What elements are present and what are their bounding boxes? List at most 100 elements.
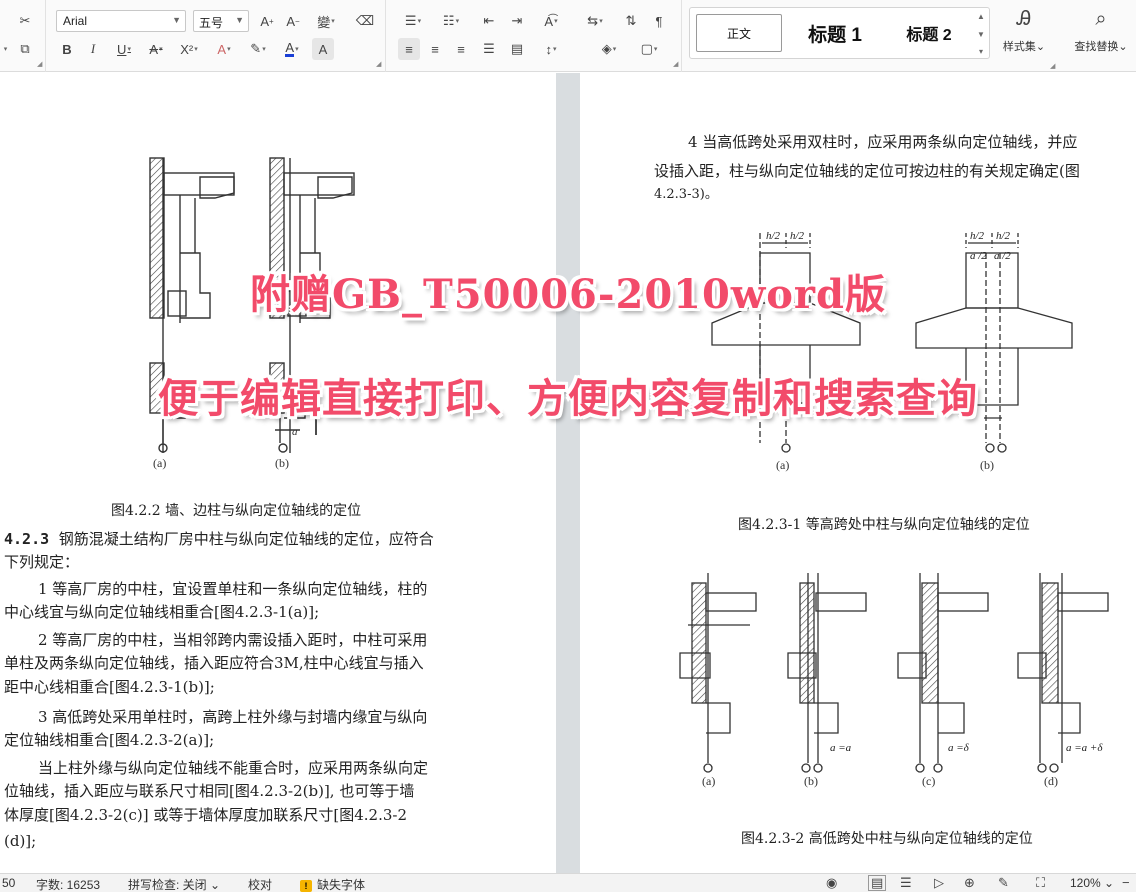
fig-4-2-2-b-label: (b) [275,456,289,470]
document-area[interactable]: (a) (b) a 图4.2.2 墙、边柱与纵向定位轴线的定位 4.2.3 钢筋… [0,73,1136,873]
style-set-button[interactable]: Ꭿ 样式集⌄ [996,8,1052,62]
body-line: 钢筋混凝土结构厂房中柱与纵向定位轴线的定位，应符合 [58,530,434,548]
fig2-eq-b: a =a [830,742,852,754]
shading-icon[interactable]: ◈ ▾ [594,38,624,60]
fig2-c-label: (c) [922,774,935,788]
clipboard-launcher-icon[interactable]: ◢ [37,60,42,68]
bold-button[interactable]: B [56,38,78,60]
font-name-select[interactable]: Arial ▼ [56,10,186,32]
style-normal-label: 正文 [726,26,751,41]
figure-4-2-3-1: h/2 h/2 h/2 h/2 a /2 a /2 (a) (b) [711,230,1073,472]
text-direction-icon[interactable]: ⇆ ▾ [580,10,610,32]
fig1-dim-h2-c: h/2 [970,230,985,242]
paragraph-group: ☰ ▾ ☷ ▾ ⇤ ⇥ A͡ ▾ ⇆ ▾ ⇅ ¶ ≡ ≡ ≡ ☰ ▤ ↕ ▾ ◈ ▾ ▢ ▾ … [386,0,682,72]
more-styles-icon[interactable]: ▾ [979,47,983,56]
para-4-line: 设插入距，柱与纵向定位轴线的定位可按边柱的有关规定确定(图 [654,162,1080,180]
align-left-icon[interactable]: ≡ [398,38,420,60]
body-line: 位轴线，插入距应与联系尺寸相同[图4.2.3-2(b)], 也可等于墙 [4,782,415,800]
style-heading-1[interactable]: 标题 1 [790,14,880,52]
clause-4-2-3-text: 4.2.3 钢筋混凝土结构厂房中柱与纵向定位轴线的定位，应符合 [4,527,434,551]
chevron-down-icon[interactable]: ▼ [977,30,985,39]
chinese-layout-icon[interactable]: A͡ ▾ [536,10,566,32]
chevron-down-icon: ▼ [172,15,181,25]
page-right[interactable]: 4 当高低跨处采用双柱时，应采用两条纵向定位轴线，并应 设插入距，柱与纵向定位轴… [580,73,1136,873]
clear-format-icon[interactable]: ⌫ [354,10,376,32]
read-mode-icon[interactable]: ◉ [826,875,837,891]
fig2-eq-c: a =δ [948,742,970,754]
fig1-a-label: (a) [776,458,789,472]
bullets-icon[interactable]: ☰ ▾ [398,10,428,32]
style-h1-label: 标题 1 [808,24,862,46]
warning-icon: ! [300,880,312,892]
style-normal[interactable]: 正文 [696,14,782,52]
paragraph-launcher-icon[interactable]: ◢ [673,60,678,68]
word-count[interactable]: 字数: 16253 [36,876,100,892]
format-painter-dropdown[interactable]: ▾ [0,38,16,60]
spell-check-status[interactable]: 拼写检查: 关闭 ⌄ [128,876,220,892]
font-size-select[interactable]: 五号 ▼ [193,10,249,32]
distributed-icon[interactable]: ▤ [506,38,528,60]
chevron-up-icon[interactable]: ▲ [977,12,985,21]
styles-gallery: 正文 标题 1 标题 2 ▲ ▼ ▾ [689,7,990,59]
fig1-dim-ai-b: a /2 [994,250,1011,262]
font-color-icon[interactable]: A ▾ [278,38,306,60]
pen-icon[interactable]: ✎ [998,875,1009,891]
phonetic-guide-icon[interactable]: 變 ▾ [312,10,340,32]
increase-indent-icon[interactable]: ⇥ [506,10,528,32]
fig2-b-label: (b) [804,774,818,788]
body-line: 1 等高厂房的中柱，宜设置单柱和一条纵向定位轴线，柱的 [38,580,428,598]
char-shading-icon[interactable]: A [312,38,334,60]
outline-view-icon[interactable]: ☰ [900,875,912,891]
body-line: 中心线宜与纵向定位轴线相重合[图4.2.3-1(a)]; [4,603,320,621]
grow-font-icon[interactable]: A + [256,10,278,32]
decrease-indent-icon[interactable]: ⇤ [478,10,500,32]
fig1-dim-ai-a: a /2 [970,250,987,262]
font-group: Arial ▼ 五号 ▼ A + A − 變 ▾ ⌫ B I U ▾ A ▾ X² ▾ A ▾… [46,0,386,72]
missing-font-button[interactable]: ! 缺失字体 [300,876,365,892]
proofread-button[interactable]: 校对 [248,876,272,892]
borders-icon[interactable]: ▢ ▾ [634,38,664,60]
fig2-eq-d: a =a +δ [1066,742,1103,754]
web-view-icon[interactable]: ⊕ [964,875,975,891]
font-name-value: Arial [63,14,88,28]
find-replace-button[interactable]: ⌕ 查找替换⌄ [1070,8,1132,62]
italic-button[interactable]: I [82,38,104,60]
play-icon[interactable]: ▷ [934,875,944,891]
align-right-icon[interactable]: ≡ [450,38,472,60]
line-spacing-icon[interactable]: ↕ ▾ [536,38,566,60]
page-gap [556,73,580,873]
numbering-icon[interactable]: ☷ ▾ [436,10,466,32]
font-launcher-icon[interactable]: ◢ [376,60,381,68]
style-heading-2[interactable]: 标题 2 [886,14,972,52]
fig1-dim-h2-b: h/2 [790,230,805,242]
strikethrough-button[interactable]: A ▾ [142,38,170,60]
cut-icon[interactable]: ✂ [14,10,36,32]
zoom-level[interactable]: 120% ⌄ [1070,876,1114,890]
ribbon-toolbar: ✂ ⧉ ▾ ◢ Arial ▼ 五号 ▼ A + A − 變 ▾ ⌫ B I U ▾ A… [0,0,1136,72]
justify-icon[interactable]: ☰ [478,38,500,60]
copy-icon[interactable]: ⧉ [14,38,36,60]
show-marks-icon[interactable]: ¶ [648,10,670,32]
zoom-out-icon[interactable]: − [1122,875,1130,890]
sort-icon[interactable]: ⇅ [620,10,642,32]
fit-page-icon[interactable]: ⛶ [1036,875,1045,891]
style-set-label: 样式集 [1002,41,1036,53]
body-line: 距中心线相重合[图4.2.3-1(b)]; [4,678,215,696]
styles-scroll[interactable]: ▲ ▼ ▾ [975,12,987,56]
page-view-icon[interactable]: ▤ [868,875,887,891]
align-center-icon[interactable]: ≡ [424,38,446,60]
text-effect-icon[interactable]: A ▾ [210,38,238,60]
superscript-button[interactable]: X² ▾ [174,38,204,60]
shrink-font-icon[interactable]: A − [282,10,304,32]
para-4-line: 4 当高低跨处采用双柱时，应采用两条纵向定位轴线，并应 [688,133,1078,151]
underline-button[interactable]: U ▾ [110,38,138,60]
body-line: 定位轴线相重合[图4.2.3-2(a)]; [4,731,215,749]
body-line: 当上柱外缘与纵向定位轴线不能重合时，应采用两条纵向定 [38,759,429,777]
clause-number: 4.2.3 [4,530,50,548]
body-line: 下列规定： [4,553,80,571]
figure-caption: 图4.2.3-2 高低跨处中柱与纵向定位轴线的定位 [741,831,1033,847]
styles-launcher-icon[interactable]: ◢ [1050,62,1055,70]
page-left[interactable]: (a) (b) a 图4.2.2 墙、边柱与纵向定位轴线的定位 4.2.3 钢筋… [0,73,556,873]
page-number[interactable]: 50 [2,876,15,890]
highlight-icon[interactable]: ✎ ▾ [244,38,272,60]
